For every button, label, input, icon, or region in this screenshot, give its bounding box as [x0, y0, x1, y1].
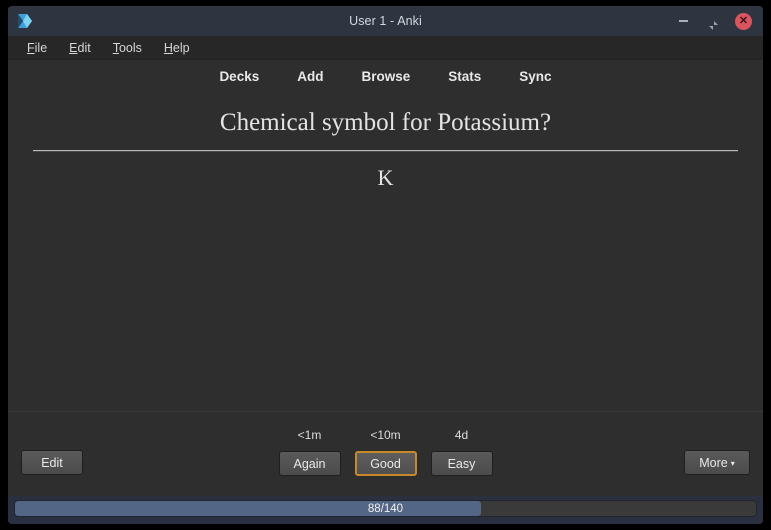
nav-item-stats[interactable]: Stats	[444, 67, 485, 86]
more-button-label: More	[699, 455, 728, 470]
menu-rest-tools: ools	[118, 40, 142, 55]
ease-button-easy[interactable]: Easy	[430, 451, 493, 476]
card-question: Chemical symbol for Potassium?	[219, 109, 552, 136]
window-controls: ✕	[675, 12, 763, 30]
minimize-icon[interactable]	[675, 13, 691, 29]
menu-rest-file: ile	[34, 40, 48, 55]
nav-item-add[interactable]: Add	[293, 67, 327, 86]
progress-bar: 88/140	[14, 500, 757, 517]
close-icon[interactable]: ✕	[735, 12, 752, 30]
anki-main-window: User 1 - Anki ✕ File Edit Tools Help Dec…	[8, 6, 763, 524]
anki-logo-icon	[14, 10, 36, 32]
window-title: User 1 - Anki	[349, 14, 422, 28]
restore-icon[interactable]	[705, 13, 721, 30]
menu-item-edit[interactable]: Edit	[67, 40, 93, 56]
ease-interval-good: <10m	[370, 428, 401, 442]
ease-column-good: <10m Good	[354, 428, 417, 476]
minimize-glyph	[678, 20, 688, 22]
menu-accel-file: F	[27, 40, 35, 55]
ease-interval-easy: 4d	[454, 428, 469, 442]
more-button[interactable]: More ▾	[684, 450, 750, 475]
card-answer: K	[377, 164, 394, 190]
ease-column-easy: 4d Easy	[430, 428, 493, 476]
menu-rest-edit: dit	[77, 40, 91, 55]
menu-accel-edit: E	[69, 40, 78, 55]
menu-item-tools[interactable]: Tools	[111, 40, 144, 56]
menu-item-help[interactable]: Help	[162, 40, 192, 56]
ease-button-good[interactable]: Good	[354, 451, 417, 476]
ease-button-group: <1m Again <10m Good 4d Easy	[8, 428, 763, 476]
menu-bar: File Edit Tools Help	[8, 36, 763, 60]
ease-button-again[interactable]: Again	[278, 451, 341, 476]
ease-interval-again: <1m	[297, 428, 322, 442]
menu-item-file[interactable]: File	[25, 40, 49, 56]
nav-item-browse[interactable]: Browse	[357, 67, 414, 86]
nav-item-sync[interactable]: Sync	[515, 67, 555, 86]
restore-glyph	[708, 17, 718, 30]
menu-rest-help: elp	[172, 40, 190, 55]
ease-column-again: <1m Again	[278, 428, 341, 476]
title-bar: User 1 - Anki ✕	[8, 6, 763, 36]
progress-bar-label: 88/140	[367, 502, 404, 515]
nav-item-decks[interactable]: Decks	[215, 67, 263, 86]
chevron-down-icon: ▾	[730, 458, 735, 468]
card-review-area: Chemical symbol for Potassium? K	[8, 93, 763, 411]
menu-accel-help: H	[163, 40, 173, 55]
main-nav-bar: Decks Add Browse Stats Sync	[8, 60, 763, 93]
review-button-bar: Edit <1m Again <10m Good 4d Easy More ▾	[8, 411, 763, 496]
progress-bar-container: 88/140	[8, 496, 763, 524]
